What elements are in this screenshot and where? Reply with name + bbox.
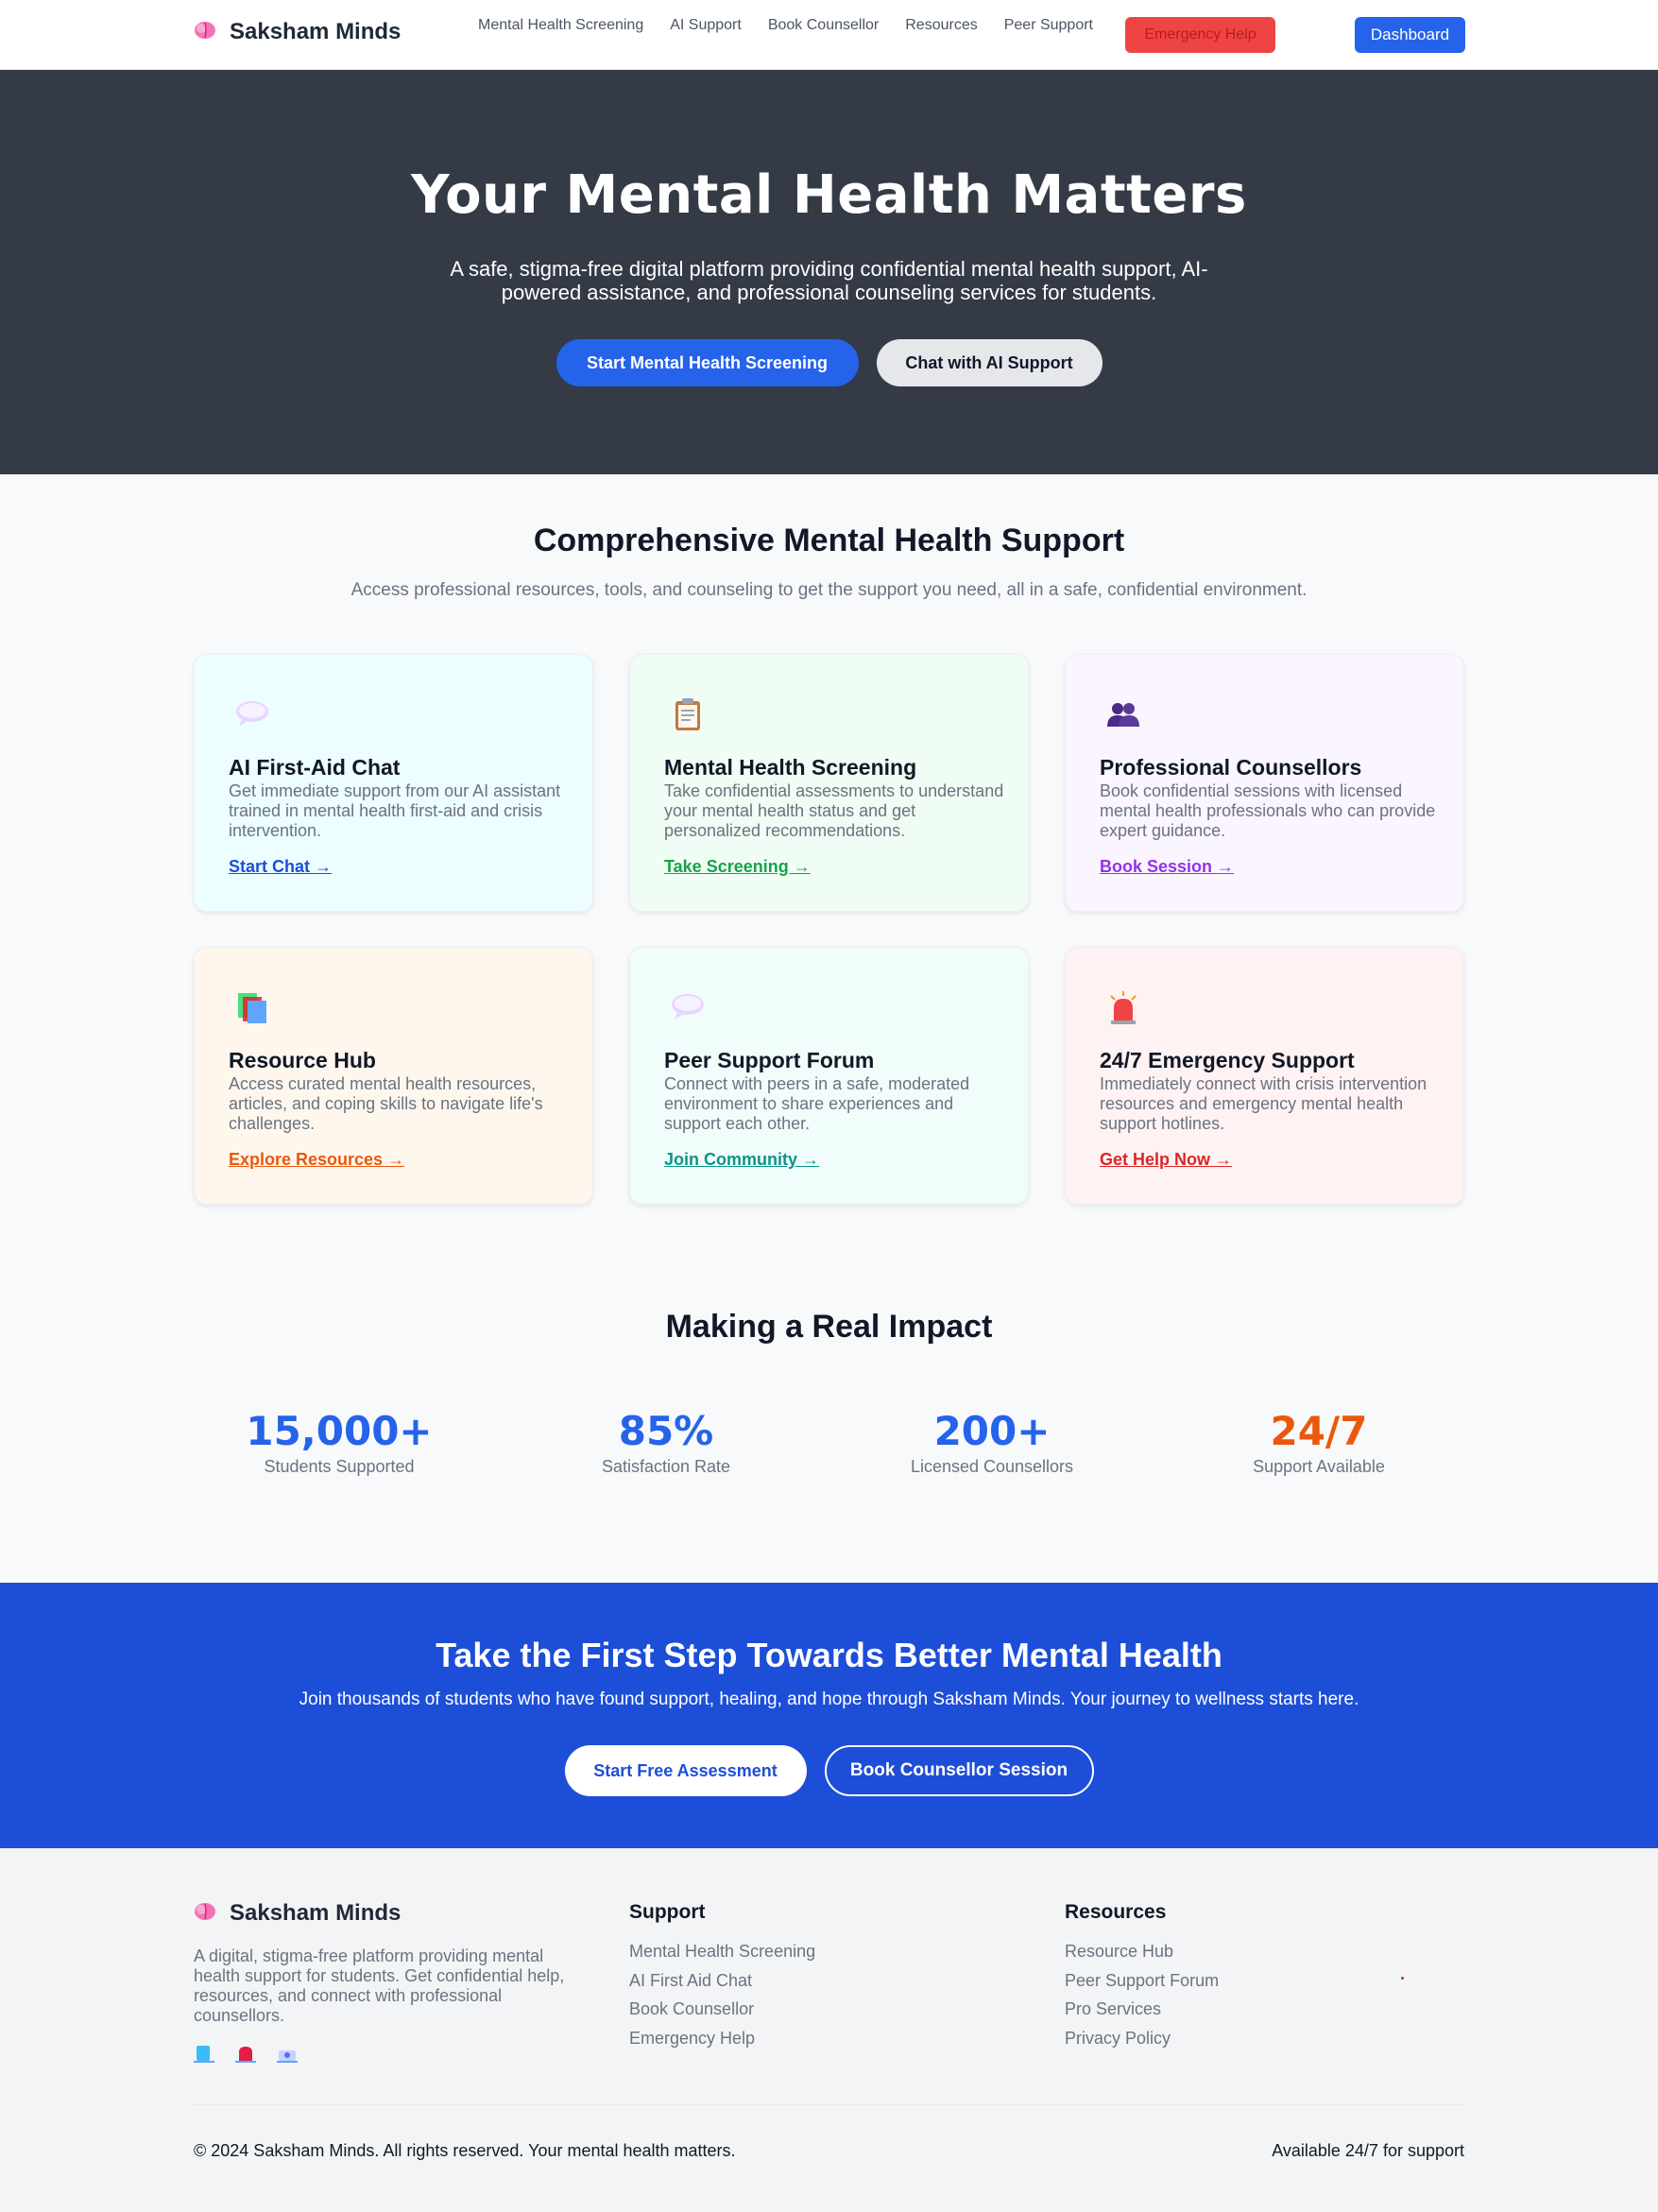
features-title: Comprehensive Mental Health Support — [533, 523, 1125, 558]
join-community-link[interactable]: Join Community → — [664, 1150, 819, 1170]
stat-satisfaction: 85% Satisfaction Rate — [543, 1409, 789, 1477]
start-chat-link[interactable]: Start Chat → — [229, 857, 332, 877]
phone-icon[interactable] — [194, 2045, 214, 2068]
footer-brand[interactable]: Saksham Minds — [194, 1900, 401, 1927]
brand-name: Saksham Minds — [230, 19, 402, 44]
card-title: Mental Health Screening — [664, 755, 917, 780]
chat-ai-support-button[interactable]: Chat with AI Support — [876, 339, 1102, 386]
footer-description: A digital, stigma-free platform providin… — [194, 1946, 565, 2025]
nav-links: Mental Health Screening AI Support Book … — [478, 17, 1093, 34]
books-icon — [234, 989, 270, 1025]
footer-link-pro-services[interactable]: Pro Services — [1065, 1995, 1219, 2024]
book-session-link[interactable]: Book Session → — [1100, 857, 1234, 877]
card-description: Connect with peers in a safe, moderated … — [664, 1074, 970, 1133]
hero-subtitle: A safe, stigma-free digital platform pro… — [450, 257, 1208, 304]
footer-availability: Available 24/7 for support — [1272, 2141, 1464, 2160]
cta-section: Take the First Step Towards Better Menta… — [0, 1583, 1658, 1848]
card-description: Access curated mental health resources, … — [229, 1074, 543, 1133]
footer-social-links — [194, 2045, 298, 2068]
cta-subtitle: Join thousands of students who have foun… — [299, 1689, 1359, 1709]
footer: Saksham Minds A digital, stigma-free pla… — [0, 1848, 1658, 2212]
brand-logo[interactable]: Saksham Minds — [194, 19, 401, 45]
footer-link-emergency[interactable]: Emergency Help — [629, 2024, 815, 2053]
feature-card-ai-chat: AI First-Aid Chat Get immediate support … — [194, 654, 593, 912]
footer-brand-name: Saksham Minds — [230, 1900, 402, 1926]
start-screening-button[interactable]: Start Mental Health Screening — [556, 339, 859, 386]
footer-link-resource-hub[interactable]: Resource Hub — [1065, 1937, 1219, 1966]
footer-divider — [194, 2104, 1464, 2105]
impact-title: Making a Real Impact — [665, 1309, 993, 1345]
stat-value: 200+ — [933, 1408, 1051, 1454]
footer-link-screening[interactable]: Mental Health Screening — [629, 1937, 815, 1966]
top-navbar: Saksham Minds Mental Health Screening AI… — [0, 0, 1658, 70]
footer-resources-column: Resources Resource Hub Peer Support Foru… — [1065, 1901, 1219, 2052]
footer-link-book-counsellor[interactable]: Book Counsellor — [629, 1995, 815, 2024]
brain-icon — [194, 20, 216, 45]
stat-value: 85% — [618, 1408, 714, 1454]
feature-card-resource-hub: Resource Hub Access curated mental healt… — [194, 947, 593, 1205]
emergency-help-button[interactable]: Emergency Help — [1125, 17, 1275, 53]
card-description: Take confidential assessments to underst… — [664, 781, 1004, 840]
cta-actions: Start Free Assessment Book Counsellor Se… — [0, 1745, 1658, 1796]
footer-link-peer-forum[interactable]: Peer Support Forum — [1065, 1966, 1219, 1996]
decorative-dot — [1401, 1977, 1404, 1980]
stat-label: Students Supported — [264, 1457, 415, 1476]
explore-resources-link[interactable]: Explore Resources → — [229, 1150, 404, 1170]
footer-copyright: © 2024 Saksham Minds. All rights reserve… — [194, 2141, 736, 2160]
stat-label: Licensed Counsellors — [910, 1457, 1074, 1476]
card-description: Book confidential sessions with licensed… — [1100, 781, 1436, 840]
nav-link-peer-support[interactable]: Peer Support — [1004, 17, 1093, 34]
email-icon[interactable] — [277, 2045, 298, 2068]
chat-icon[interactable] — [235, 2045, 256, 2068]
card-description: Immediately connect with crisis interven… — [1100, 1074, 1427, 1133]
brain-icon — [194, 1901, 216, 1927]
people-icon — [1105, 696, 1141, 732]
stat-counsellors: 200+ Licensed Counsellors — [869, 1409, 1115, 1477]
hero-section: Your Mental Health Matters A safe, stigm… — [0, 70, 1658, 474]
nav-link-book-counsellor[interactable]: Book Counsellor — [768, 17, 879, 34]
hero-actions: Start Mental Health Screening Chat with … — [0, 339, 1658, 386]
card-title: 24/7 Emergency Support — [1100, 1048, 1355, 1072]
nav-link-resources[interactable]: Resources — [905, 17, 977, 34]
nav-link-screening[interactable]: Mental Health Screening — [478, 17, 643, 34]
hero-title: Your Mental Health Matters — [411, 164, 1247, 226]
card-title: Resource Hub — [229, 1048, 376, 1072]
nav-link-ai-support[interactable]: AI Support — [670, 17, 742, 34]
stat-students: 15,000+ Students Supported — [216, 1409, 462, 1477]
siren-icon — [1105, 989, 1141, 1025]
footer-support-title: Support — [629, 1901, 706, 1923]
footer-link-ai-chat[interactable]: AI First Aid Chat — [629, 1966, 815, 1996]
card-title: Peer Support Forum — [664, 1048, 875, 1072]
stat-label: Satisfaction Rate — [601, 1457, 731, 1476]
dashboard-button[interactable]: Dashboard — [1355, 17, 1465, 53]
feature-card-counsellors: Professional Counsellors Book confidenti… — [1065, 654, 1464, 912]
start-free-assessment-button[interactable]: Start Free Assessment — [564, 1745, 807, 1796]
feature-card-screening: Mental Health Screening Take confidentia… — [629, 654, 1029, 912]
card-description: Get immediate support from our AI assist… — [229, 781, 561, 840]
take-screening-link[interactable]: Take Screening → — [664, 857, 811, 877]
cta-title: Take the First Step Towards Better Menta… — [436, 1636, 1222, 1674]
book-counsellor-session-button[interactable]: Book Counsellor Session — [824, 1745, 1094, 1796]
speech-bubble-icon — [234, 696, 270, 732]
footer-resources-title: Resources — [1065, 1901, 1167, 1923]
card-title: Professional Counsellors — [1100, 755, 1362, 780]
footer-link-privacy[interactable]: Privacy Policy — [1065, 2024, 1219, 2053]
card-title: AI First-Aid Chat — [229, 755, 401, 780]
speech-bubble-icon — [670, 989, 706, 1025]
feature-card-emergency: 24/7 Emergency Support Immediately conne… — [1065, 947, 1464, 1205]
footer-support-column: Support Mental Health Screening AI First… — [629, 1901, 815, 2052]
stat-value: 15,000+ — [246, 1408, 433, 1454]
features-subtitle: Access professional resources, tools, an… — [350, 580, 1308, 600]
stat-availability: 24/7 Support Available — [1196, 1409, 1442, 1477]
stat-label: Support Available — [1253, 1457, 1385, 1476]
clipboard-icon — [670, 696, 706, 732]
feature-card-peer-forum: Peer Support Forum Connect with peers in… — [629, 947, 1029, 1205]
get-help-now-link[interactable]: Get Help Now → — [1100, 1150, 1232, 1170]
stat-value: 24/7 — [1270, 1408, 1368, 1454]
